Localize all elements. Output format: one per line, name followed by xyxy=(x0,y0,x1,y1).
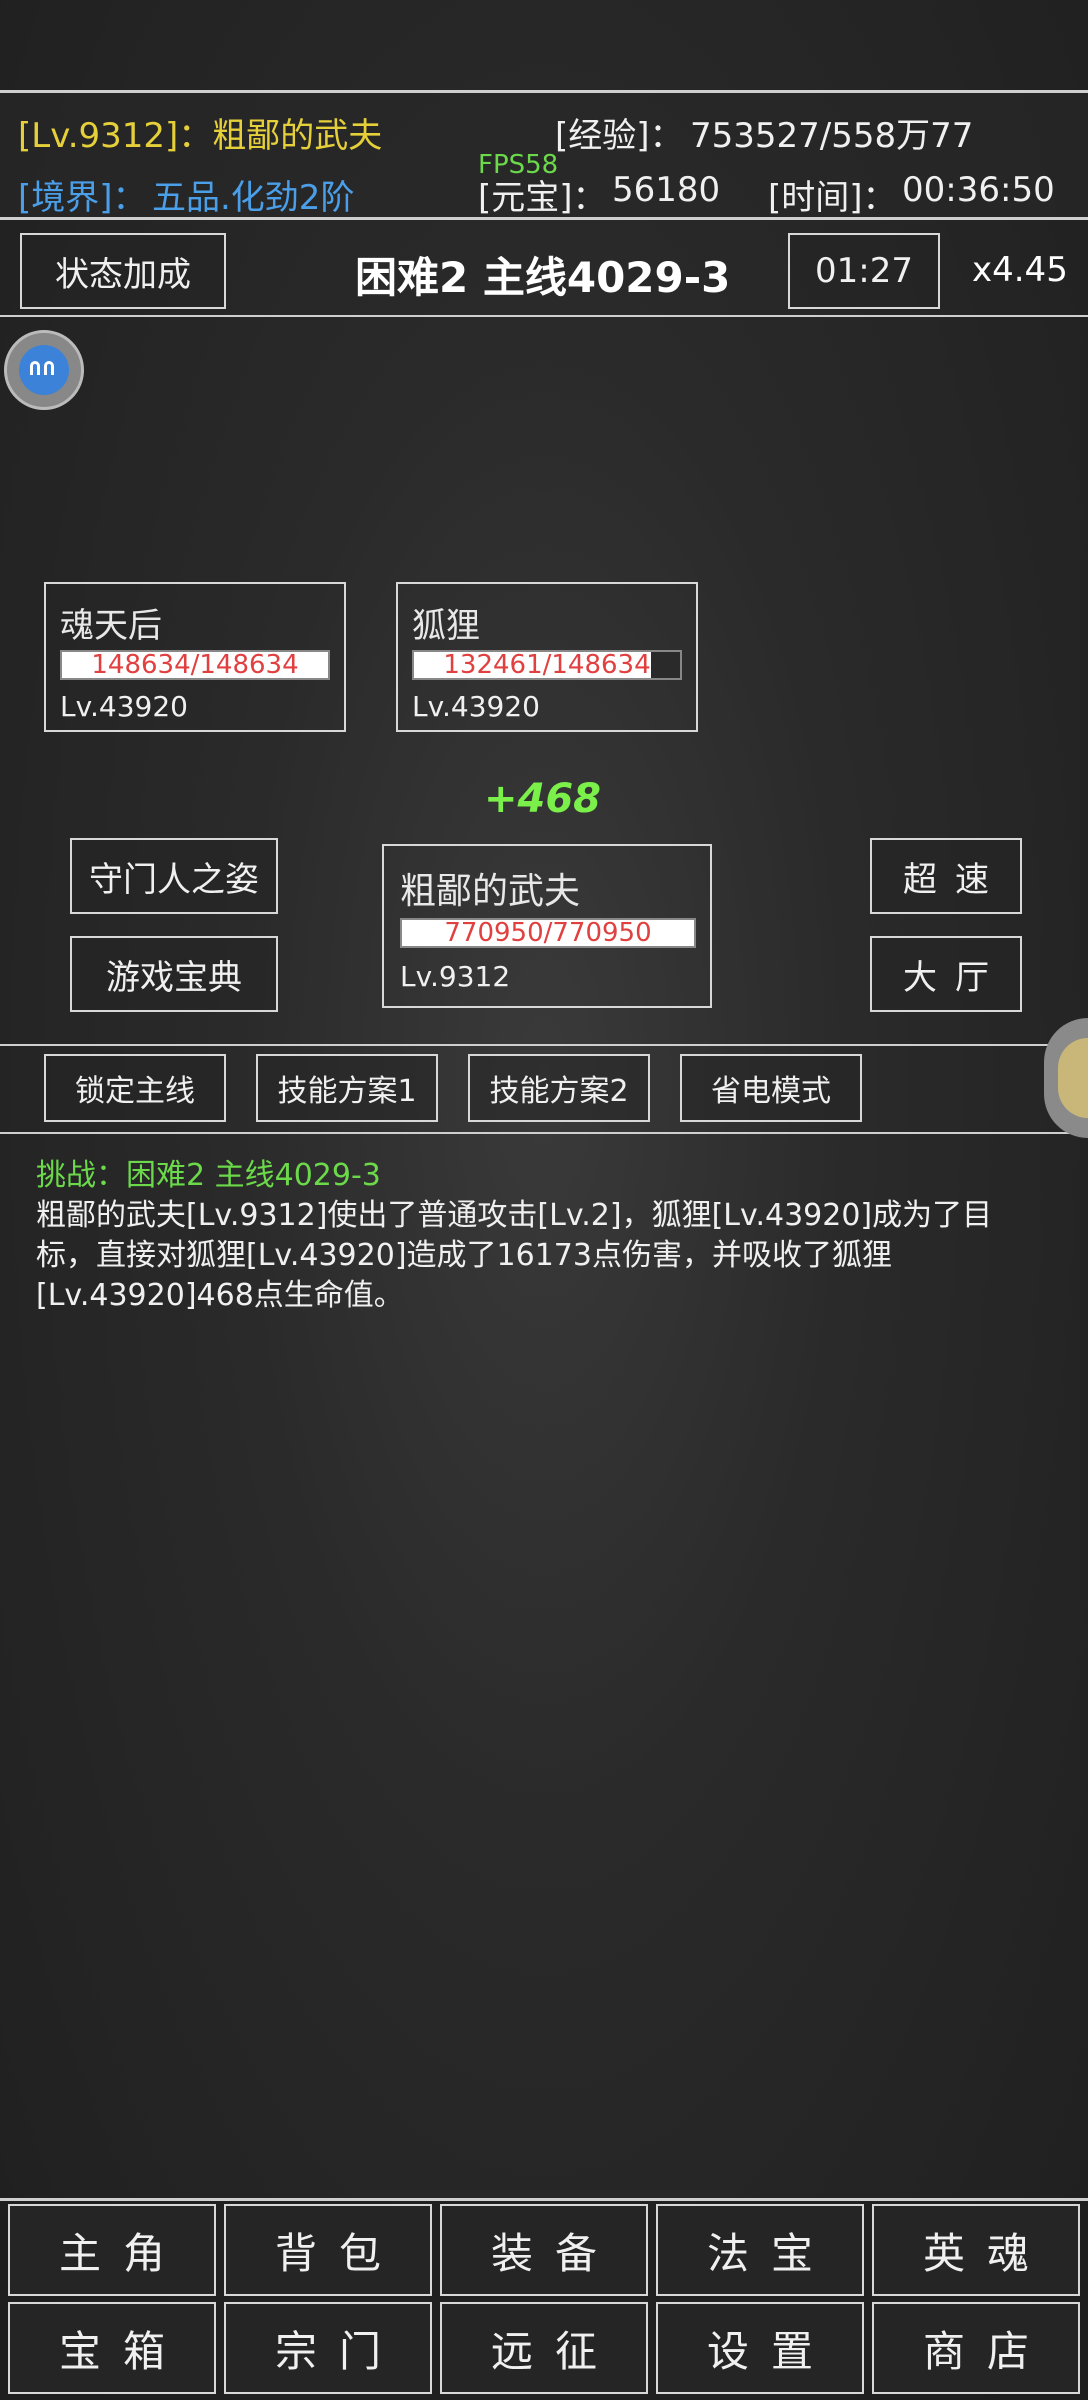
robot-icon xyxy=(19,345,69,395)
log-challenge-value: 困难2 主线4029-3 xyxy=(126,1158,381,1193)
enemy-name: 狐狸 xyxy=(412,606,480,646)
enemy-card-1[interactable]: 魂天后 148634/148634 Lv.43920 xyxy=(44,582,346,732)
nav-protagonist[interactable]: 主角 xyxy=(8,2204,216,2296)
lobby-button[interactable]: 大厅 xyxy=(870,936,1022,1012)
nav-backpack[interactable]: 背包 xyxy=(224,2204,432,2296)
nav-treasure-chest[interactable]: 宝箱 xyxy=(8,2302,216,2394)
battle-timer: 01:27 xyxy=(788,233,940,309)
nav-expedition[interactable]: 远征 xyxy=(440,2302,648,2394)
enemy-hp-text: 148634/148634 xyxy=(91,650,299,680)
player-hp-text: 770950/770950 xyxy=(444,918,652,948)
log-challenge-line: 挑战：困难2 主线4029-3 xyxy=(36,1150,381,1194)
yuanbao-value: 56180 xyxy=(612,170,721,210)
time-value: 00:36:50 xyxy=(902,170,1055,210)
nav-settings[interactable]: 设置 xyxy=(656,2302,864,2394)
player-level: Lv.9312 xyxy=(400,960,511,993)
heal-popup: +468 xyxy=(484,776,602,822)
tab-skill-plan-1[interactable]: 技能方案1 xyxy=(256,1054,438,1122)
nav-hero-soul[interactable]: 英魂 xyxy=(872,2204,1080,2296)
exp-value: 753527/558万77 xyxy=(690,116,974,156)
enemy-level: Lv.43920 xyxy=(412,690,540,723)
enemy-hp-bar: 148634/148634 xyxy=(60,650,330,680)
realm-value: 五品.化劲2阶 xyxy=(152,178,355,218)
status-bonus-button[interactable]: 状态加成 xyxy=(20,233,226,309)
enemy-card-2[interactable]: 狐狸 132461/148634 Lv.43920 xyxy=(396,582,698,732)
tab-lock-mainline[interactable]: 锁定主线 xyxy=(44,1054,226,1122)
tab-power-saving[interactable]: 省电模式 xyxy=(680,1054,862,1122)
player-card[interactable]: 粗鄙的武夫 770950/770950 Lv.9312 xyxy=(382,844,712,1008)
player-level-name: [Lv.9312]：粗鄙的武夫 xyxy=(18,116,383,156)
enemy-hp-text: 132461/148634 xyxy=(443,650,651,680)
nav-sect[interactable]: 宗门 xyxy=(224,2302,432,2394)
yuanbao-label: [元宝]： xyxy=(478,178,607,218)
handbook-button[interactable]: 游戏宝典 xyxy=(70,936,278,1012)
assistant-float-button[interactable] xyxy=(4,330,84,410)
gatekeeper-button[interactable]: 守门人之姿 xyxy=(70,838,278,914)
turbo-button[interactable]: 超速 xyxy=(870,838,1022,914)
tab-skill-plan-2[interactable]: 技能方案2 xyxy=(468,1054,650,1122)
time-label: [时间]： xyxy=(768,178,897,218)
nav-equipment[interactable]: 装备 xyxy=(440,2204,648,2296)
nav-shop[interactable]: 商店 xyxy=(872,2302,1080,2394)
nav-magic-treasure[interactable]: 法宝 xyxy=(656,2204,864,2296)
realm-label: [境界]： xyxy=(18,178,147,218)
player-name: 粗鄙的武夫 xyxy=(400,871,581,912)
pet-avatar-icon xyxy=(1058,1038,1088,1118)
log-challenge-label: 挑战： xyxy=(36,1158,126,1193)
player-hp-bar: 770950/770950 xyxy=(400,918,696,948)
stage-title: 困难2 主线4029-3 xyxy=(355,253,731,302)
battle-speed[interactable]: x4.45 xyxy=(972,250,1068,290)
enemy-level: Lv.43920 xyxy=(60,690,188,723)
log-message: 粗鄙的武夫[Lv.9312]使出了普通攻击[Lv.2]，狐狸[Lv.43920]… xyxy=(36,1198,993,1313)
exp-label: [经验]： xyxy=(555,116,684,156)
enemy-hp-bar: 132461/148634 xyxy=(412,650,682,680)
enemy-name: 魂天后 xyxy=(60,606,162,646)
